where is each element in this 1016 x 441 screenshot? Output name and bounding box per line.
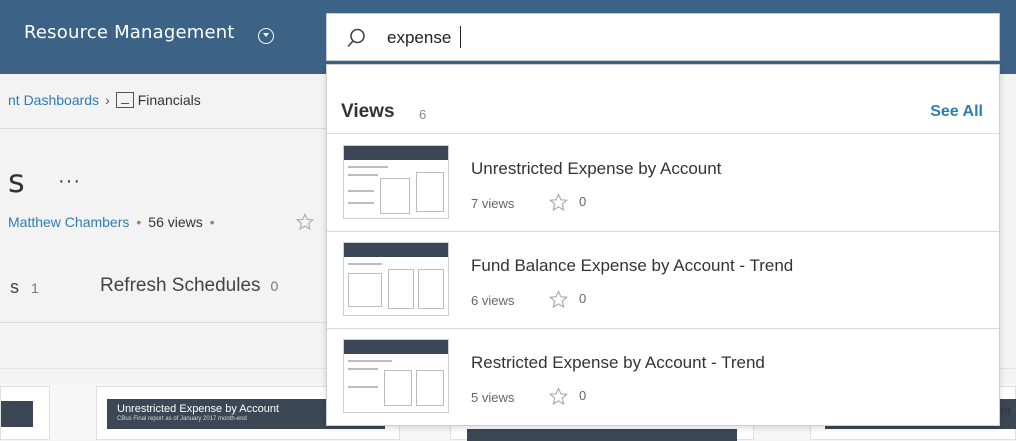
star-outline-icon[interactable] — [549, 290, 568, 309]
search-result-item[interactable]: Restricted Expense by Account - Trend 5 … — [327, 329, 999, 425]
meta-bullet: • — [136, 214, 142, 230]
result-favorites: 0 — [579, 388, 587, 403]
star-outline-icon[interactable] — [549, 387, 568, 406]
view-thumbnail — [343, 339, 449, 413]
chevron-down-circle-icon[interactable] — [258, 28, 274, 44]
search-box[interactable] — [326, 13, 1000, 61]
results-section-count: 6 — [419, 107, 427, 122]
breadcrumb: nt Dashboards › Financials — [8, 92, 201, 108]
view-thumbnail — [343, 242, 449, 316]
card-thumbnail — [467, 429, 737, 441]
breadcrumb-parent[interactable]: nt Dashboards — [8, 92, 99, 108]
breadcrumb-separator: › — [105, 92, 110, 108]
top-header: Resource Management — [0, 0, 1016, 74]
results-section-label: Views — [341, 101, 395, 122]
breadcrumb-current: Financials — [137, 92, 201, 108]
owner-link[interactable]: Matthew Chambers — [8, 214, 129, 230]
search-result-item[interactable]: Fund Balance Expense by Account - Trend … — [327, 232, 999, 328]
divider — [0, 128, 330, 129]
tab-views[interactable]: s1 — [10, 277, 39, 298]
result-views: 7 views — [471, 196, 515, 211]
tab-label: s — [10, 277, 19, 297]
card-thumbnail — [1, 401, 33, 427]
tab-count: 0 — [270, 278, 279, 294]
result-views: 5 views — [471, 390, 515, 405]
view-thumbnail — [343, 145, 449, 219]
star-outline-icon[interactable] — [549, 193, 568, 212]
tab-count: 1 — [31, 280, 39, 296]
search-input[interactable] — [387, 24, 977, 52]
result-title: Unrestricted Expense by Account — [471, 159, 722, 178]
divider — [327, 133, 999, 134]
site-name[interactable]: Resource Management — [24, 22, 235, 43]
result-favorites: 0 — [579, 291, 587, 306]
see-all-link[interactable]: See All — [930, 103, 983, 121]
tab-label: Refresh Schedules — [100, 275, 261, 296]
result-title: Restricted Expense by Account - Trend — [471, 353, 765, 372]
divider — [0, 322, 330, 323]
search-result-item[interactable]: Unrestricted Expense by Account 7 views … — [327, 135, 999, 231]
view-count: 56 views — [148, 214, 203, 230]
page-title: s — [8, 162, 25, 200]
result-views: 6 views — [471, 293, 515, 308]
view-card[interactable] — [0, 386, 50, 440]
result-title: Fund Balance Expense by Account - Trend — [471, 256, 794, 275]
meta-bullet: • — [209, 214, 215, 230]
workbook-meta: Matthew Chambers • 56 views • — [8, 214, 222, 230]
search-results-dropdown: Views 6 See All Unrestricted Expense by … — [326, 64, 1000, 426]
more-actions-button[interactable]: ··· — [58, 170, 81, 193]
favorite-star-icon[interactable] — [296, 213, 314, 231]
tab-refresh-schedules[interactable]: Refresh Schedules 0 — [100, 275, 278, 297]
search-icon — [347, 28, 365, 48]
workbook-icon — [115, 92, 134, 108]
text-cursor — [460, 26, 461, 48]
result-favorites: 0 — [579, 194, 587, 209]
